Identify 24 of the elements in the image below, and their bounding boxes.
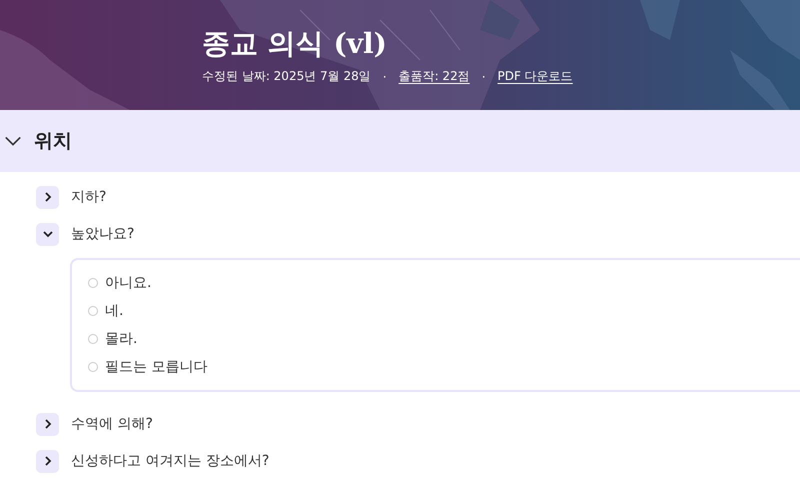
separator-dot: · — [482, 70, 486, 84]
section-title: 위치 — [34, 129, 72, 154]
option-label: 아니요. — [105, 274, 152, 292]
meta-link[interactable]: 출품작: 22점 — [398, 68, 470, 85]
meta-link[interactable]: PDF 다운로드 — [498, 68, 573, 85]
expand-toggle[interactable] — [36, 222, 59, 246]
radio-button[interactable] — [88, 306, 98, 316]
modified-date: 수정된 날짜: 2025년 7월 28일 — [202, 68, 371, 85]
question-text: 지하? — [71, 188, 106, 206]
question-text: 높았나요? — [71, 225, 134, 243]
separator-dot: · — [382, 70, 387, 84]
expand-toggle[interactable] — [36, 412, 59, 436]
page-title: 종교 의식 (vl) — [202, 26, 388, 62]
radio-button[interactable] — [88, 362, 98, 372]
expand-toggle[interactable] — [36, 450, 59, 472]
radio-button[interactable] — [88, 334, 98, 344]
question-text: 수역에 의해? — [71, 415, 153, 433]
expand-toggle[interactable] — [36, 186, 59, 208]
option-label: 몰라. — [105, 330, 138, 348]
option-label: 네. — [105, 302, 124, 320]
section-header[interactable]: 위치 — [0, 110, 800, 172]
question-text: 신성하다고 여겨지는 장소에서? — [71, 452, 270, 470]
option-label: 필드는 모릅니다 — [105, 358, 208, 376]
radio-button[interactable] — [88, 278, 98, 288]
